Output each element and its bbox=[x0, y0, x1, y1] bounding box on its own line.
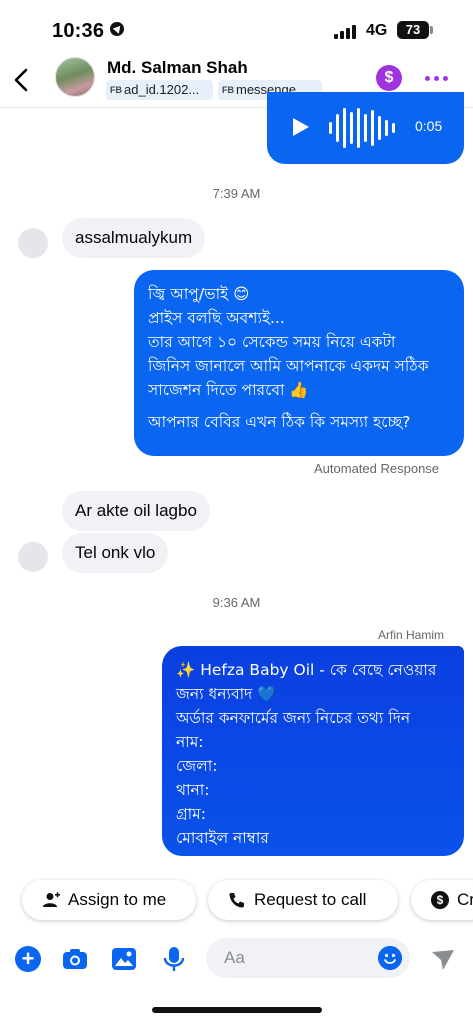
status-time: 10:36 bbox=[52, 20, 105, 42]
incoming-message[interactable]: Ar akte oil lagbo bbox=[62, 491, 210, 531]
gallery-icon[interactable] bbox=[111, 946, 137, 972]
chevron-left-icon bbox=[14, 68, 28, 92]
message-line: জেলা: bbox=[176, 757, 218, 775]
message-line: থানা: bbox=[176, 781, 210, 799]
avatar[interactable] bbox=[55, 57, 95, 97]
sender-name: Arfin Hamim bbox=[378, 628, 445, 642]
message-input[interactable]: Aa bbox=[206, 938, 410, 978]
tag-ad-id[interactable]: FB ad_id.1202... bbox=[106, 80, 213, 100]
play-icon[interactable] bbox=[293, 118, 309, 136]
send-icon[interactable] bbox=[430, 946, 456, 972]
fb-tag-prefix: FB bbox=[222, 85, 234, 95]
message-line: জ্বি আপু/ভাই 😊 bbox=[148, 285, 250, 303]
location-icon bbox=[110, 22, 124, 36]
composer-bar: + Aa bbox=[0, 936, 473, 982]
assign-to-me-button[interactable]: Assign to me bbox=[22, 880, 196, 920]
message-line: নাম: bbox=[176, 733, 204, 751]
fb-tag-prefix: FB bbox=[110, 85, 122, 95]
outgoing-message-automated[interactable]: জ্বি আপু/ভাই 😊 প্রাইস বলছি অবশ্যই... তার… bbox=[134, 270, 464, 456]
message-line: জন্য ধন্যবাদ 💙 bbox=[176, 685, 277, 703]
back-button[interactable] bbox=[8, 60, 36, 100]
person-add-icon bbox=[43, 892, 60, 907]
chip-label: Assign to me bbox=[68, 890, 167, 909]
timestamp: 9:36 AM bbox=[212, 595, 261, 610]
signal-icon bbox=[334, 23, 360, 39]
avatar bbox=[18, 228, 48, 258]
home-indicator bbox=[152, 1007, 322, 1013]
message-line: তার আগে ১০ সেকেন্ড সময় নিয়ে একটা bbox=[148, 333, 396, 351]
chip-label: Cr bbox=[457, 890, 473, 909]
status-bar: 10:36 4G 73 bbox=[0, 0, 473, 50]
waveform-icon bbox=[329, 108, 395, 148]
avatar bbox=[18, 542, 48, 572]
message-line: গ্রাম: bbox=[176, 805, 206, 823]
message-line: আপনার বেবির এখন ঠিক কি সমস্যা হচ্ছে? bbox=[148, 413, 411, 431]
message-line: মোবাইল নাম্বার bbox=[176, 829, 269, 847]
battery-tip bbox=[430, 26, 433, 34]
message-line: জিনিস জানালে আমি আপনাকে একদম সঠিক bbox=[148, 357, 429, 375]
audio-message[interactable]: 0:05 bbox=[267, 92, 464, 164]
more-options-icon[interactable] bbox=[424, 65, 450, 91]
message-line: ✨ Hefza Baby Oil - কে বেছে নেওয়ার bbox=[176, 661, 437, 679]
emoji-icon[interactable] bbox=[378, 946, 402, 970]
battery-icon: 73 bbox=[397, 21, 429, 39]
camera-icon[interactable] bbox=[62, 946, 88, 972]
dollar-icon[interactable]: $ bbox=[376, 65, 402, 91]
message-input-placeholder: Aa bbox=[224, 948, 245, 967]
network-type: 4G bbox=[366, 22, 388, 39]
contact-name[interactable]: Md. Salman Shah bbox=[107, 58, 248, 78]
outgoing-message-order[interactable]: ✨ Hefza Baby Oil - কে বেছে নেওয়ার জন্য … bbox=[162, 646, 464, 856]
automated-response-label: Automated Response bbox=[314, 461, 440, 476]
message-line bbox=[148, 402, 450, 410]
incoming-message[interactable]: assalmualykum bbox=[62, 218, 206, 258]
message-line: অর্ডার কনফার্মের জন্য নিচের তথ্য দিন bbox=[176, 709, 411, 727]
chip-label: Request to call bbox=[254, 890, 367, 909]
request-to-call-button[interactable]: Request to call bbox=[208, 880, 398, 920]
tag-text: ad_id.1202... bbox=[124, 82, 200, 97]
message-line: প্রাইস বলছি অবশ্যই... bbox=[148, 309, 285, 327]
payment-action-button[interactable]: $ Cr bbox=[411, 880, 473, 920]
message-line: সাজেশন দিতে পারবো 👍 bbox=[148, 381, 309, 399]
incoming-message[interactable]: Tel onk vlo bbox=[62, 533, 169, 573]
timestamp: 7:39 AM bbox=[212, 186, 261, 201]
phone-icon bbox=[229, 893, 244, 908]
microphone-icon[interactable] bbox=[161, 946, 187, 972]
audio-duration: 0:05 bbox=[415, 118, 443, 134]
plus-icon[interactable]: + bbox=[15, 946, 41, 972]
dollar-icon: $ bbox=[431, 891, 449, 909]
